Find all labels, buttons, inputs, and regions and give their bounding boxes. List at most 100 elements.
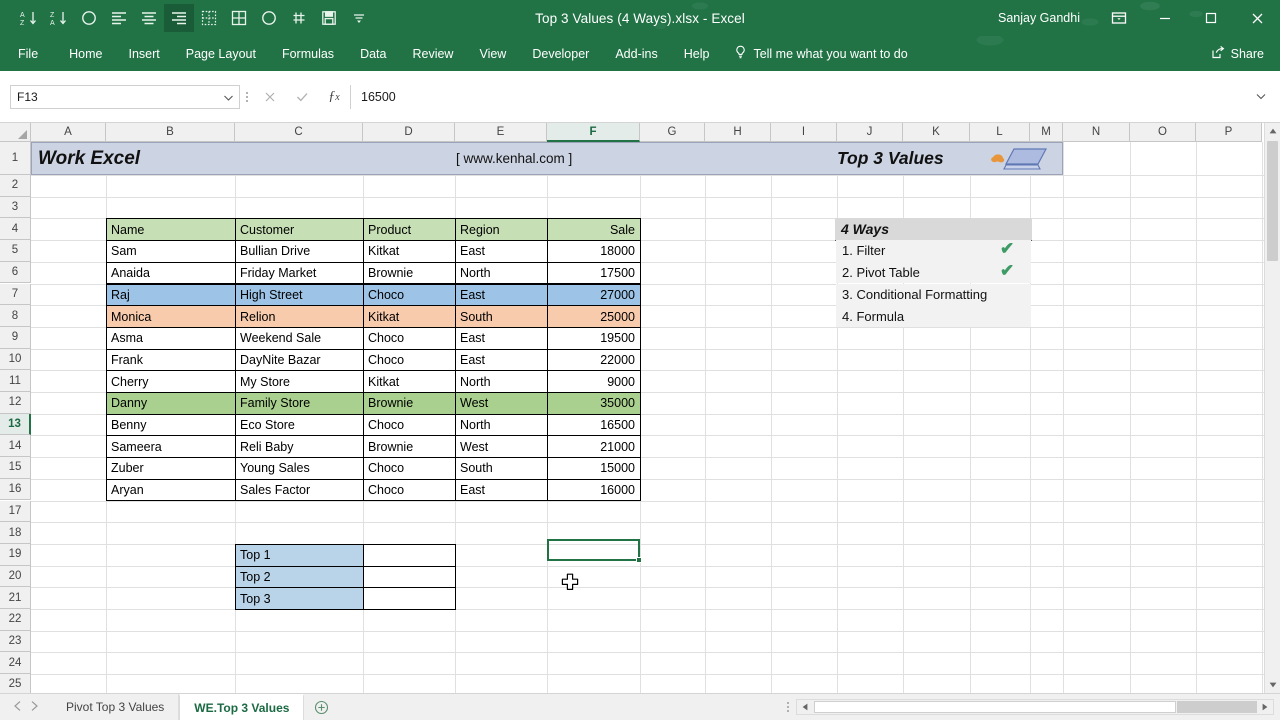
table-cell-product[interactable]: Choco bbox=[363, 478, 456, 502]
table-cell-sale[interactable]: 19500 bbox=[547, 326, 641, 350]
table-cell-name[interactable]: Sam bbox=[106, 240, 236, 263]
scroll-grip[interactable] bbox=[780, 701, 796, 712]
table-cell-region[interactable]: East bbox=[455, 240, 548, 263]
table-cell-product[interactable]: Choco bbox=[363, 326, 456, 350]
table-cell-name[interactable]: Anaida bbox=[106, 261, 236, 285]
top-value-label-3[interactable]: Top 3 bbox=[235, 587, 364, 610]
table-cell-sale[interactable]: 25000 bbox=[547, 305, 641, 328]
table-cell-customer[interactable]: Sales Factor bbox=[235, 478, 364, 502]
row-header-18[interactable]: 18 bbox=[0, 522, 31, 544]
table-cell-region[interactable]: South bbox=[455, 305, 548, 328]
table-cell-customer[interactable]: Friday Market bbox=[235, 261, 364, 285]
table-cell-sale[interactable]: 17500 bbox=[547, 261, 641, 285]
vertical-scrollbar[interactable] bbox=[1264, 123, 1280, 693]
cancel-icon[interactable] bbox=[254, 85, 286, 109]
top-value-label-2[interactable]: Top 2 bbox=[235, 565, 364, 589]
pivot-icon[interactable] bbox=[284, 4, 314, 32]
table-header-name[interactable]: Name bbox=[106, 218, 236, 242]
ribbon-tab-home[interactable]: Home bbox=[56, 36, 115, 71]
horizontal-scroll-thumb[interactable] bbox=[814, 700, 1176, 713]
row-header-3[interactable]: 3 bbox=[0, 196, 31, 219]
sheet-tab-we-top-3-values[interactable]: WE.Top 3 Values bbox=[179, 694, 305, 720]
prev-sheet-icon[interactable] bbox=[14, 701, 21, 713]
ribbon-tab-view[interactable]: View bbox=[466, 36, 519, 71]
row-header-7[interactable]: 7 bbox=[0, 283, 31, 306]
row-header-22[interactable]: 22 bbox=[0, 609, 31, 631]
horizontal-scroll-track[interactable] bbox=[1177, 700, 1257, 713]
row-header-11[interactable]: 11 bbox=[0, 370, 31, 392]
table-cell-customer[interactable]: Reli Baby bbox=[235, 435, 364, 459]
circle-icon[interactable] bbox=[74, 4, 104, 32]
ribbon-tab-file[interactable]: File bbox=[0, 36, 56, 71]
ribbon-tab-review[interactable]: Review bbox=[399, 36, 466, 71]
row-header-19[interactable]: 19 bbox=[0, 543, 31, 566]
scroll-down-arrow-icon[interactable] bbox=[1265, 677, 1280, 693]
scroll-right-arrow-icon[interactable] bbox=[1257, 700, 1273, 714]
table-cell-name[interactable]: Monica bbox=[106, 305, 236, 328]
column-header-p[interactable]: P bbox=[1196, 123, 1262, 142]
column-header-l[interactable]: L bbox=[970, 123, 1030, 142]
table-cell-name[interactable]: Asma bbox=[106, 326, 236, 350]
align-center-icon[interactable] bbox=[134, 4, 164, 32]
table-cell-product[interactable]: Choco bbox=[363, 413, 456, 437]
table-cell-region[interactable]: South bbox=[455, 457, 548, 480]
customize-qat-icon[interactable] bbox=[344, 4, 374, 32]
table-cell-region[interactable]: East bbox=[455, 326, 548, 350]
table-cell-name[interactable]: Danny bbox=[106, 392, 236, 415]
top-value-label-1[interactable]: Top 1 bbox=[235, 543, 364, 567]
column-header-a[interactable]: A bbox=[31, 123, 106, 142]
vertical-scroll-thumb[interactable] bbox=[1267, 141, 1278, 261]
spreadsheet-grid[interactable]: ABCDEFGHIJKLMNOP 1 2 3 4 5 6 7 8 9 10 11 12 13 14 15 16… bbox=[0, 123, 1280, 696]
quick-access-toolbar[interactable]: A Z Z A bbox=[0, 4, 374, 32]
column-header-m[interactable]: M bbox=[1030, 123, 1063, 142]
align-right-icon[interactable] bbox=[164, 4, 194, 32]
table-cell-name[interactable]: Raj bbox=[106, 283, 236, 307]
column-header-h[interactable]: H bbox=[705, 123, 771, 142]
table-cell-product[interactable]: Kitkat bbox=[363, 370, 456, 393]
table-header-product[interactable]: Product bbox=[363, 218, 456, 242]
table-cell-name[interactable]: Frank bbox=[106, 348, 236, 372]
column-header-o[interactable]: O bbox=[1130, 123, 1196, 142]
table-header-customer[interactable]: Customer bbox=[235, 218, 364, 242]
table-cell-customer[interactable]: Family Store bbox=[235, 392, 364, 415]
sort-az-icon[interactable]: A Z bbox=[14, 4, 44, 32]
horizontal-scrollbar[interactable] bbox=[796, 698, 1274, 715]
sort-za-icon[interactable]: Z A bbox=[44, 4, 74, 32]
ribbon-tab-developer[interactable]: Developer bbox=[519, 36, 602, 71]
ribbon-tab-data[interactable]: Data bbox=[347, 36, 399, 71]
column-header-j[interactable]: J bbox=[837, 123, 903, 142]
table-cell-product[interactable]: Brownie bbox=[363, 435, 456, 459]
table-cell-name[interactable]: Cherry bbox=[106, 370, 236, 393]
scroll-up-arrow-icon[interactable] bbox=[1265, 123, 1280, 139]
table-cell-name[interactable]: Sameera bbox=[106, 435, 236, 459]
table-cell-customer[interactable]: Bullian Drive bbox=[235, 240, 364, 263]
table-cell-sale[interactable]: 22000 bbox=[547, 348, 641, 372]
select-all-corner[interactable] bbox=[0, 123, 31, 142]
table-cell-product[interactable]: Choco bbox=[363, 348, 456, 372]
column-header-g[interactable]: G bbox=[640, 123, 705, 142]
close-icon[interactable] bbox=[1234, 0, 1280, 36]
borders-dashed-icon[interactable] bbox=[194, 4, 224, 32]
formula-input[interactable]: 16500 bbox=[350, 84, 1252, 109]
table-cell-product[interactable]: Kitkat bbox=[363, 240, 456, 263]
table-cell-name[interactable]: Benny bbox=[106, 413, 236, 437]
ribbon-tab-add-ins[interactable]: Add-ins bbox=[602, 36, 670, 71]
table-cell-region[interactable]: East bbox=[455, 283, 548, 307]
row-header-15[interactable]: 15 bbox=[0, 457, 31, 479]
row-header-17[interactable]: 17 bbox=[0, 500, 31, 523]
table-cell-customer[interactable]: High Street bbox=[235, 283, 364, 307]
maximize-icon[interactable] bbox=[1188, 0, 1234, 36]
table-cell-region[interactable]: East bbox=[455, 348, 548, 372]
column-header-i[interactable]: I bbox=[771, 123, 837, 142]
table-cell-product[interactable]: Choco bbox=[363, 457, 456, 480]
tell-me-search[interactable]: Tell me what you want to do bbox=[734, 45, 908, 62]
table-cell-region[interactable]: East bbox=[455, 478, 548, 502]
row-header-4[interactable]: 4 bbox=[0, 218, 31, 241]
column-header-k[interactable]: K bbox=[903, 123, 970, 142]
table-cell-sale[interactable]: 16000 bbox=[547, 478, 641, 502]
column-header-f[interactable]: F bbox=[547, 123, 640, 142]
row-header-12[interactable]: 12 bbox=[0, 392, 31, 414]
circle-outline-icon[interactable] bbox=[254, 4, 284, 32]
name-box[interactable]: F13 bbox=[10, 84, 240, 109]
table-cell-sale[interactable]: 16500 bbox=[547, 413, 641, 437]
